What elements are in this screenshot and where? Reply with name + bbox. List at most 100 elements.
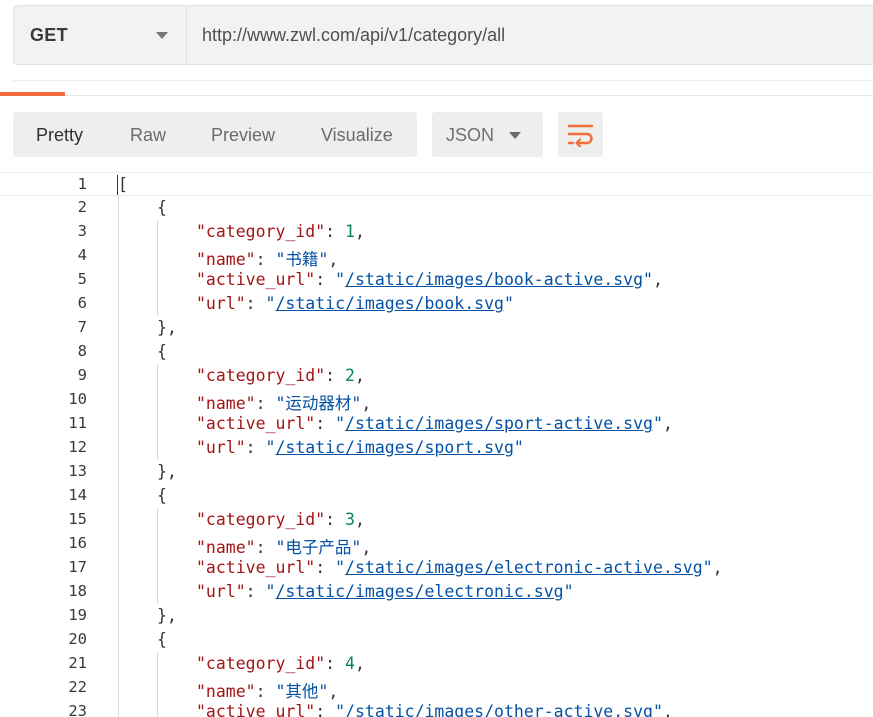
line-number: 9 bbox=[77, 366, 87, 384]
code-text: "url": "/static/images/book.svg" bbox=[196, 294, 514, 313]
active-tab-indicator bbox=[0, 92, 65, 96]
line-number: 1 bbox=[77, 175, 87, 193]
code-text: "name": "电子产品", bbox=[196, 538, 372, 557]
text-cursor bbox=[117, 175, 118, 195]
line-number: 2 bbox=[77, 198, 87, 216]
line-number: 16 bbox=[68, 534, 87, 552]
code-text: "category_id": 3, bbox=[196, 510, 365, 529]
method-select[interactable]: GET bbox=[14, 6, 187, 64]
json-string: 其他 bbox=[285, 682, 319, 701]
code-line: 4 "name": "书籍", bbox=[0, 244, 873, 269]
code-text: "category_id": 1, bbox=[196, 222, 365, 241]
tab-pretty[interactable]: Pretty bbox=[36, 125, 83, 146]
code-line: 15 "category_id": 3, bbox=[0, 508, 873, 532]
code-line: 8 { bbox=[0, 340, 873, 364]
code-text: "name": "书籍", bbox=[196, 250, 339, 269]
code-text: }, bbox=[157, 606, 177, 625]
json-number: 1 bbox=[345, 222, 355, 241]
json-link[interactable]: /static/images/sport-active.svg bbox=[345, 414, 653, 433]
url-input[interactable]: http://www.zwl.com/api/v1/category/all bbox=[202, 25, 505, 46]
request-bar: GET http://www.zwl.com/api/v1/category/a… bbox=[13, 5, 873, 65]
code-text: { bbox=[157, 486, 167, 505]
json-link[interactable]: /static/images/electronic.svg bbox=[275, 582, 563, 601]
code-text: "active_url": "/static/images/sport-acti… bbox=[196, 414, 673, 433]
code-text: "active_url": "/static/images/book-activ… bbox=[196, 270, 663, 289]
line-number: 21 bbox=[68, 654, 87, 672]
line-number: 8 bbox=[77, 342, 87, 360]
code-line: 11 "active_url": "/static/images/sport-a… bbox=[0, 412, 873, 436]
code-line: 18 "url": "/static/images/electronic.svg… bbox=[0, 580, 873, 604]
code-text: [ bbox=[118, 175, 128, 194]
line-number: 17 bbox=[68, 558, 87, 576]
line-number: 5 bbox=[77, 270, 87, 288]
code-text: { bbox=[157, 630, 167, 649]
divider bbox=[13, 80, 873, 81]
code-text: "active_url": "/static/images/electronic… bbox=[196, 558, 723, 577]
code-line: 1 [ bbox=[0, 172, 873, 196]
code-text: "category_id": 2, bbox=[196, 366, 365, 385]
format-label: JSON bbox=[446, 125, 495, 145]
code-text: "category_id": 4, bbox=[196, 654, 365, 673]
line-number: 13 bbox=[68, 462, 87, 480]
code-text: "name": "运动器材", bbox=[196, 394, 372, 413]
response-body-editor[interactable]: 1 [ 2 { 3 "category_id": 1, 4 "name": "书… bbox=[0, 172, 873, 717]
line-number: 20 bbox=[68, 630, 87, 648]
code-line: 20 { bbox=[0, 628, 873, 652]
code-line: 3 "category_id": 1, bbox=[0, 220, 873, 244]
line-number: 22 bbox=[68, 678, 87, 696]
code-text: "name": "其他", bbox=[196, 682, 339, 701]
code-line: 13 }, bbox=[0, 460, 873, 484]
code-line: 6 "url": "/static/images/book.svg" bbox=[0, 292, 873, 316]
json-link[interactable]: /static/images/other-active.svg bbox=[345, 702, 653, 717]
tab-raw[interactable]: Raw bbox=[130, 125, 166, 146]
json-link[interactable]: /static/images/electronic-active.svg bbox=[345, 558, 703, 577]
json-number: 4 bbox=[345, 654, 355, 673]
code-line: 7 }, bbox=[0, 316, 873, 340]
line-number: 7 bbox=[77, 318, 87, 336]
line-number: 18 bbox=[68, 582, 87, 600]
tab-preview[interactable]: Preview bbox=[211, 125, 275, 146]
json-string: 书籍 bbox=[285, 250, 319, 269]
json-link[interactable]: /static/images/book.svg bbox=[275, 294, 503, 313]
line-number: 4 bbox=[77, 246, 87, 264]
code-text: "active_url": "/static/images/other-acti… bbox=[196, 702, 673, 717]
chevron-down-icon bbox=[156, 32, 168, 39]
json-link[interactable]: /static/images/book-active.svg bbox=[345, 270, 643, 289]
chevron-down-icon bbox=[509, 132, 521, 139]
line-number: 10 bbox=[68, 390, 87, 408]
code-line: 21 "category_id": 4, bbox=[0, 652, 873, 676]
method-label: GET bbox=[30, 25, 68, 45]
line-number: 23 bbox=[68, 702, 87, 717]
code-line: 14 { bbox=[0, 484, 873, 508]
code-line: 22 "name": "其他", bbox=[0, 676, 873, 701]
json-string: 运动器材 bbox=[285, 394, 352, 413]
line-number: 15 bbox=[68, 510, 87, 528]
format-select[interactable]: JSON bbox=[432, 112, 543, 157]
code-text: { bbox=[157, 342, 167, 361]
wrap-lines-icon bbox=[567, 124, 594, 147]
line-number: 11 bbox=[68, 414, 87, 432]
code-line: 2 { bbox=[0, 196, 873, 220]
line-number: 19 bbox=[68, 606, 87, 624]
json-number: 3 bbox=[345, 510, 355, 529]
code-line: 16 "name": "电子产品", bbox=[0, 532, 873, 557]
code-line: 10 "name": "运动器材", bbox=[0, 388, 873, 413]
line-number: 14 bbox=[68, 486, 87, 504]
code-text: }, bbox=[157, 318, 177, 337]
json-number: 2 bbox=[345, 366, 355, 385]
line-number: 12 bbox=[68, 438, 87, 456]
divider bbox=[0, 95, 873, 96]
code-line: 5 "active_url": "/static/images/book-act… bbox=[0, 268, 873, 292]
code-line: 12 "url": "/static/images/sport.svg" bbox=[0, 436, 873, 460]
line-number: 6 bbox=[77, 294, 87, 312]
response-view-tabs: Pretty Raw Preview Visualize bbox=[13, 112, 417, 157]
json-link[interactable]: /static/images/sport.svg bbox=[275, 438, 513, 457]
code-line: 9 "category_id": 2, bbox=[0, 364, 873, 388]
code-text: { bbox=[157, 198, 167, 217]
json-string: 电子产品 bbox=[285, 538, 352, 557]
tab-visualize[interactable]: Visualize bbox=[321, 125, 393, 146]
wrap-lines-button[interactable] bbox=[558, 112, 603, 157]
code-line: 23 "active_url": "/static/images/other-a… bbox=[0, 700, 873, 717]
code-text: "url": "/static/images/sport.svg" bbox=[196, 438, 524, 457]
code-text: }, bbox=[157, 462, 177, 481]
